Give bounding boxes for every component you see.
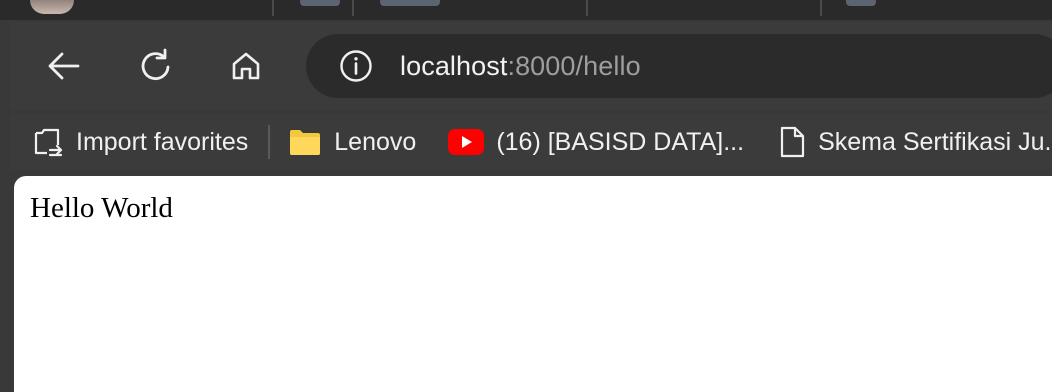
bookmark-import-favorites[interactable]: Import favorites bbox=[24, 120, 254, 164]
bookmark-label: (16) [BASISD DATA]... bbox=[496, 127, 745, 156]
bookmark-skema-sertifikasi[interactable]: Skema Sertifikasi Ju... bbox=[772, 120, 1052, 164]
home-icon bbox=[232, 52, 260, 80]
bookmark-youtube[interactable]: (16) [BASISD DATA]... bbox=[442, 120, 750, 164]
tab-favicon-hint bbox=[300, 0, 340, 6]
home-button[interactable] bbox=[222, 42, 270, 90]
tab-strip bbox=[0, 0, 1052, 20]
tab-favicon-hint bbox=[846, 0, 876, 6]
info-icon bbox=[340, 50, 372, 82]
bookmarks-bar: Import favorites Lenovo (16) [BASISD DAT… bbox=[10, 114, 1052, 170]
bookmark-label: Import favorites bbox=[76, 127, 249, 156]
bookmark-label: Lenovo bbox=[334, 127, 417, 156]
tab-separator bbox=[586, 0, 588, 16]
toolbar: localhost:8000/hello bbox=[10, 22, 1052, 110]
back-button[interactable] bbox=[40, 42, 88, 90]
folder-icon bbox=[290, 130, 321, 155]
bookmark-label: Skema Sertifikasi Ju... bbox=[818, 127, 1052, 156]
import-favorites-icon bbox=[34, 128, 63, 157]
tab-favicon-hint bbox=[380, 0, 440, 6]
url-path: :8000/hello bbox=[507, 50, 641, 81]
tab-separator bbox=[272, 0, 274, 16]
browser-window: localhost:8000/hello Import favorites Le… bbox=[0, 0, 1052, 392]
document-icon bbox=[780, 126, 805, 158]
address-bar[interactable]: localhost:8000/hello bbox=[306, 34, 1052, 98]
tab-separator bbox=[352, 0, 354, 16]
profile-avatar[interactable] bbox=[30, 0, 74, 14]
bookmarks-divider bbox=[268, 125, 271, 159]
reload-button[interactable] bbox=[132, 42, 180, 90]
bookmark-lenovo[interactable]: Lenovo bbox=[282, 120, 422, 164]
page-body-text: Hello World bbox=[30, 192, 173, 224]
url-text[interactable]: localhost:8000/hello bbox=[400, 51, 641, 82]
site-info-button[interactable] bbox=[338, 48, 374, 84]
reload-icon bbox=[141, 48, 170, 80]
page-viewport: Hello World bbox=[14, 176, 1052, 392]
arrow-left-icon bbox=[48, 52, 80, 80]
tab-separator bbox=[820, 0, 822, 16]
url-host: localhost bbox=[400, 50, 508, 81]
youtube-icon bbox=[448, 129, 485, 155]
